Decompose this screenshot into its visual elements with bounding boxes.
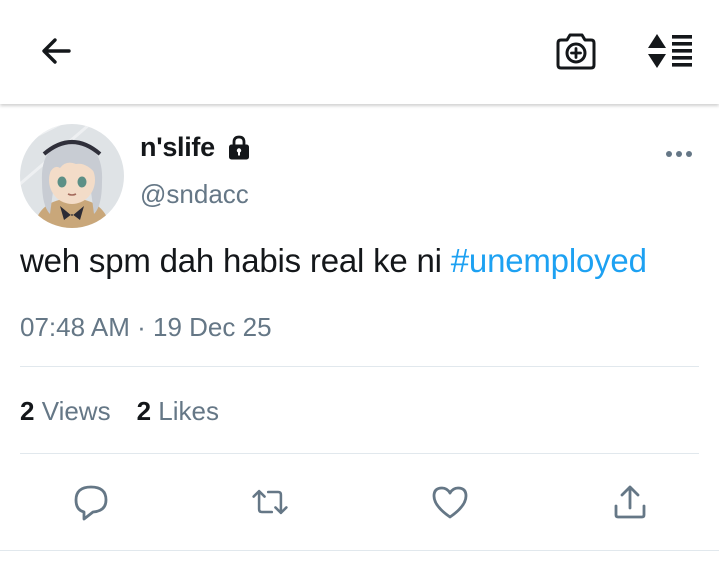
author-name-row: n'slife [140,132,253,163]
share-button[interactable] [610,482,650,522]
retweet-icon [252,489,288,515]
tweet-text-body: weh spm dah habis real ke ni [20,242,451,279]
hashtag-link[interactable]: #unemployed [451,242,647,279]
back-button[interactable] [32,27,80,75]
tweet-date: 19 Dec 25 [153,312,272,342]
likes-stat[interactable]: 2 Likes [137,396,219,427]
more-horizontal-icon [666,151,692,157]
reply-icon [74,485,108,521]
camera-button[interactable] [551,26,601,76]
tweet-actions [0,482,719,522]
like-button[interactable] [430,482,470,522]
likes-label: Likes [158,396,219,426]
lock-icon [225,134,253,162]
avatar-image [20,124,124,228]
share-icon [614,485,646,519]
divider [20,366,699,367]
retweet-button[interactable] [250,482,290,522]
tweet-time: 07:48 AM [20,312,130,342]
sort-button[interactable] [643,26,697,76]
avatar[interactable] [20,124,124,228]
user-handle[interactable]: @sndacc [140,179,249,210]
tweet-timestamp: 07:48 AM · 19 Dec 25 [20,312,272,343]
display-name[interactable]: n'slife [140,132,215,163]
tweet-stats: 2 Views 2 Likes [20,396,245,427]
sort-toggle-icon [648,34,692,68]
tweet-text: weh spm dah habis real ke ni #unemployed [20,242,647,280]
camera-plus-icon [556,33,596,70]
divider [20,453,699,454]
more-options-button[interactable] [662,144,696,164]
timestamp-separator: · [137,312,146,342]
arrow-left-icon [42,38,71,64]
views-label: Views [41,396,111,426]
views-stat[interactable]: 2 Views [20,396,111,427]
likes-count: 2 [136,396,152,426]
like-icon [432,486,468,519]
views-count: 2 [20,396,35,426]
top-app-bar [0,0,719,104]
divider [0,550,719,551]
reply-button[interactable] [71,482,111,522]
